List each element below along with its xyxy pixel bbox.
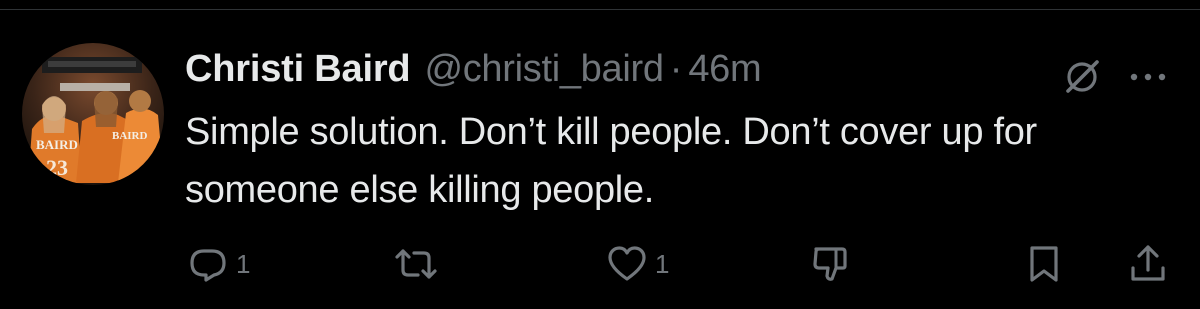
more-icon[interactable] (1126, 59, 1170, 95)
header-separator: · (669, 48, 683, 90)
tweet-text: Simple solution. Don’t kill people. Don’… (185, 111, 1037, 211)
tweet[interactable]: BAIRD BAIRD 23 Christi Baird @christi_ba… (0, 11, 1200, 309)
grok-icon[interactable] (1060, 55, 1104, 99)
like-count: 1 (655, 248, 670, 279)
top-divider (0, 0, 1200, 10)
share-button[interactable] (1126, 239, 1170, 289)
reply-count: 1 (236, 248, 251, 279)
bookmark-icon (1030, 246, 1058, 282)
like-button[interactable]: 1 (605, 239, 669, 289)
avatar-lettering-1: BAIRD (36, 137, 78, 152)
share-icon (1131, 245, 1165, 281)
user-handle[interactable]: @christi_baird (424, 41, 664, 97)
svg-text:23: 23 (46, 155, 68, 180)
reply-icon (190, 249, 226, 282)
tweet-header: Christi Baird @christi_baird · 46m (185, 41, 762, 97)
avatar-image: BAIRD BAIRD 23 (22, 43, 164, 185)
avatar[interactable]: BAIRD BAIRD 23 (22, 43, 164, 185)
retweet-icon (395, 249, 437, 279)
bookmark-button[interactable] (1022, 239, 1066, 289)
timestamp[interactable]: 46m (688, 41, 761, 97)
retweet-button[interactable] (392, 239, 446, 289)
reply-button[interactable]: 1 (186, 239, 250, 289)
thumbs-down-icon (813, 247, 847, 281)
action-bar: 1 1 (0, 239, 1200, 289)
display-name[interactable]: Christi Baird (185, 41, 411, 97)
dislike-button[interactable] (808, 239, 852, 289)
avatar-lettering-2: BAIRD (112, 130, 148, 142)
heart-icon (608, 246, 646, 281)
